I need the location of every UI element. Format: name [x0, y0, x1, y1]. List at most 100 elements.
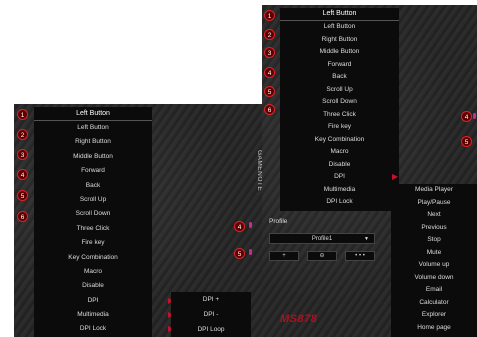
- right-button-menu: Left Button Left Button Right Button Middl…: [280, 8, 399, 211]
- menu-item[interactable]: Key Combination: [34, 251, 152, 265]
- menu-item-label: Left Button: [323, 23, 356, 30]
- profile-select-value: Profile1: [311, 236, 333, 242]
- menu-item-label: Multimedia: [323, 185, 356, 193]
- menu-item[interactable]: DPI Lock▶: [34, 322, 174, 336]
- submenu-item[interactable]: Media Player: [391, 184, 477, 197]
- brand-logo: MS878: [280, 313, 318, 325]
- button-badge-1[interactable]: 1: [264, 10, 275, 21]
- button-badge-6[interactable]: 6: [264, 104, 275, 115]
- submenu-item[interactable]: Previous: [391, 222, 477, 235]
- menu-item-label: Fire key: [327, 123, 352, 130]
- menu-item-label: Macro: [330, 148, 349, 155]
- menu-item-label: Left Button: [77, 124, 109, 131]
- menu-item[interactable]: DPI▶: [34, 294, 175, 308]
- menu-item[interactable]: Scroll Up: [34, 193, 152, 207]
- menu-item[interactable]: Left Button: [34, 121, 152, 135]
- submenu-item[interactable]: Play/Pause: [391, 197, 477, 210]
- menu-item[interactable]: Disable: [280, 159, 399, 172]
- button-badge-2[interactable]: 2: [264, 29, 275, 40]
- button-badge-6[interactable]: 6: [17, 211, 28, 222]
- menu-item[interactable]: Right Button: [34, 135, 152, 149]
- menu-item[interactable]: Macro: [280, 146, 399, 159]
- menu-item-label: Key Combination: [68, 253, 118, 261]
- menu-item[interactable]: Three Click: [280, 109, 399, 122]
- menu-item-label: DPI: [87, 296, 99, 304]
- menu-item-label: Three Click: [76, 224, 110, 232]
- button-badge-4[interactable]: 4: [17, 169, 28, 180]
- menu-item[interactable]: Forward: [280, 59, 399, 72]
- remove-profile-button[interactable]: ⊖: [307, 251, 337, 261]
- menu-title[interactable]: Left Button: [34, 107, 152, 121]
- submenu-item[interactable]: Explorer: [391, 309, 477, 322]
- submenu-item[interactable]: Email: [391, 284, 477, 297]
- button-badge-3[interactable]: 3: [264, 47, 275, 58]
- menu-item[interactable]: Middle Button: [280, 46, 399, 59]
- menu-item-label: Back: [332, 73, 347, 80]
- button-badge-1[interactable]: 1: [17, 109, 28, 120]
- triangle-right-icon: ▶: [392, 172, 399, 181]
- mouse-side-button-icon: [249, 222, 252, 228]
- menu-item[interactable]: Fire key: [280, 121, 399, 134]
- menu-item-label: Forward: [81, 167, 105, 175]
- submenu-item[interactable]: DPI -: [171, 307, 251, 322]
- menu-item[interactable]: Multimedia▶: [280, 184, 399, 197]
- menu-item-label: DPI Lock: [79, 325, 107, 333]
- side-badge-5[interactable]: 5: [234, 248, 245, 259]
- menu-item[interactable]: Scroll Down: [280, 96, 399, 109]
- submenu-item[interactable]: Volume up: [391, 259, 477, 272]
- left-button-menu: Left Button Left Button Right Button Middl…: [34, 107, 175, 337]
- button-badge-4[interactable]: 4: [264, 67, 275, 78]
- submenu-item[interactable]: Home page: [391, 322, 477, 335]
- button-badge-5[interactable]: 5: [17, 190, 28, 201]
- submenu-item[interactable]: DPI +: [171, 292, 251, 307]
- profile-select[interactable]: Profile1 ▼: [269, 233, 375, 244]
- menu-item[interactable]: Disable: [34, 279, 152, 293]
- menu-item[interactable]: DPI Lock▶: [280, 196, 399, 209]
- menu-item-label: Three Click: [323, 110, 356, 118]
- submenu-item[interactable]: DPI Loop: [171, 322, 251, 337]
- profile-label: Profile: [269, 218, 288, 225]
- menu-item-label: Disable: [328, 160, 351, 168]
- more-profile-button[interactable]: • • •: [345, 251, 375, 261]
- button-badge-5[interactable]: 5: [264, 86, 275, 97]
- menu-item[interactable]: Key Combination: [280, 134, 399, 147]
- menu-item[interactable]: Right Button: [280, 34, 399, 47]
- menu-item[interactable]: Multimedia▶: [34, 308, 174, 322]
- menu-item-label: Disable: [82, 282, 104, 290]
- side-badge-4[interactable]: 4: [234, 221, 245, 232]
- menu-item[interactable]: Scroll Up: [280, 84, 399, 97]
- menu-item[interactable]: Middle Button: [34, 150, 152, 164]
- chevron-down-icon: ▼: [364, 236, 369, 242]
- menu-item[interactable]: Left Button: [280, 21, 399, 34]
- menu-item-label: Scroll Down: [75, 210, 111, 218]
- menu-item-label: Key Combination: [314, 135, 365, 143]
- menu-item-label: Forward: [327, 60, 352, 68]
- add-profile-button[interactable]: +: [269, 251, 299, 261]
- submenu-item[interactable]: Mute: [391, 247, 477, 260]
- menu-item[interactable]: Macro: [34, 265, 152, 279]
- menu-item[interactable]: Fire key: [34, 236, 152, 250]
- menu-item-label: Multimedia: [77, 311, 109, 319]
- button-badge-3[interactable]: 3: [17, 149, 28, 160]
- submenu-item[interactable]: Volume down: [391, 272, 477, 285]
- button-badge-2[interactable]: 2: [17, 129, 28, 140]
- submenu-item[interactable]: Calculator: [391, 297, 477, 310]
- submenu-item[interactable]: Stop: [391, 234, 477, 247]
- mouse-side-button-icon: [473, 113, 476, 119]
- menu-item[interactable]: Back: [34, 179, 152, 193]
- menu-item[interactable]: DPI▶: [280, 171, 399, 184]
- menu-item-label: Middle Button: [319, 48, 360, 55]
- menu-item[interactable]: Back: [280, 71, 399, 84]
- menu-item[interactable]: Three Click: [34, 222, 152, 236]
- multimedia-submenu: Media Player Play/Pause Next Previous Stop Mu…: [391, 184, 477, 337]
- menu-item[interactable]: Scroll Down: [34, 207, 152, 221]
- side-badge-5[interactable]: 5: [461, 136, 472, 147]
- menu-item-label: Right Button: [75, 138, 111, 146]
- menu-title[interactable]: Left Button: [280, 8, 399, 21]
- menu-item-label: Scroll Up: [79, 195, 107, 203]
- side-badge-4[interactable]: 4: [461, 111, 472, 122]
- submenu-item[interactable]: Next: [391, 209, 477, 222]
- menu-item-label: Right Button: [321, 35, 358, 43]
- menu-item-label: Middle Button: [73, 152, 113, 160]
- menu-item[interactable]: Forward: [34, 164, 152, 178]
